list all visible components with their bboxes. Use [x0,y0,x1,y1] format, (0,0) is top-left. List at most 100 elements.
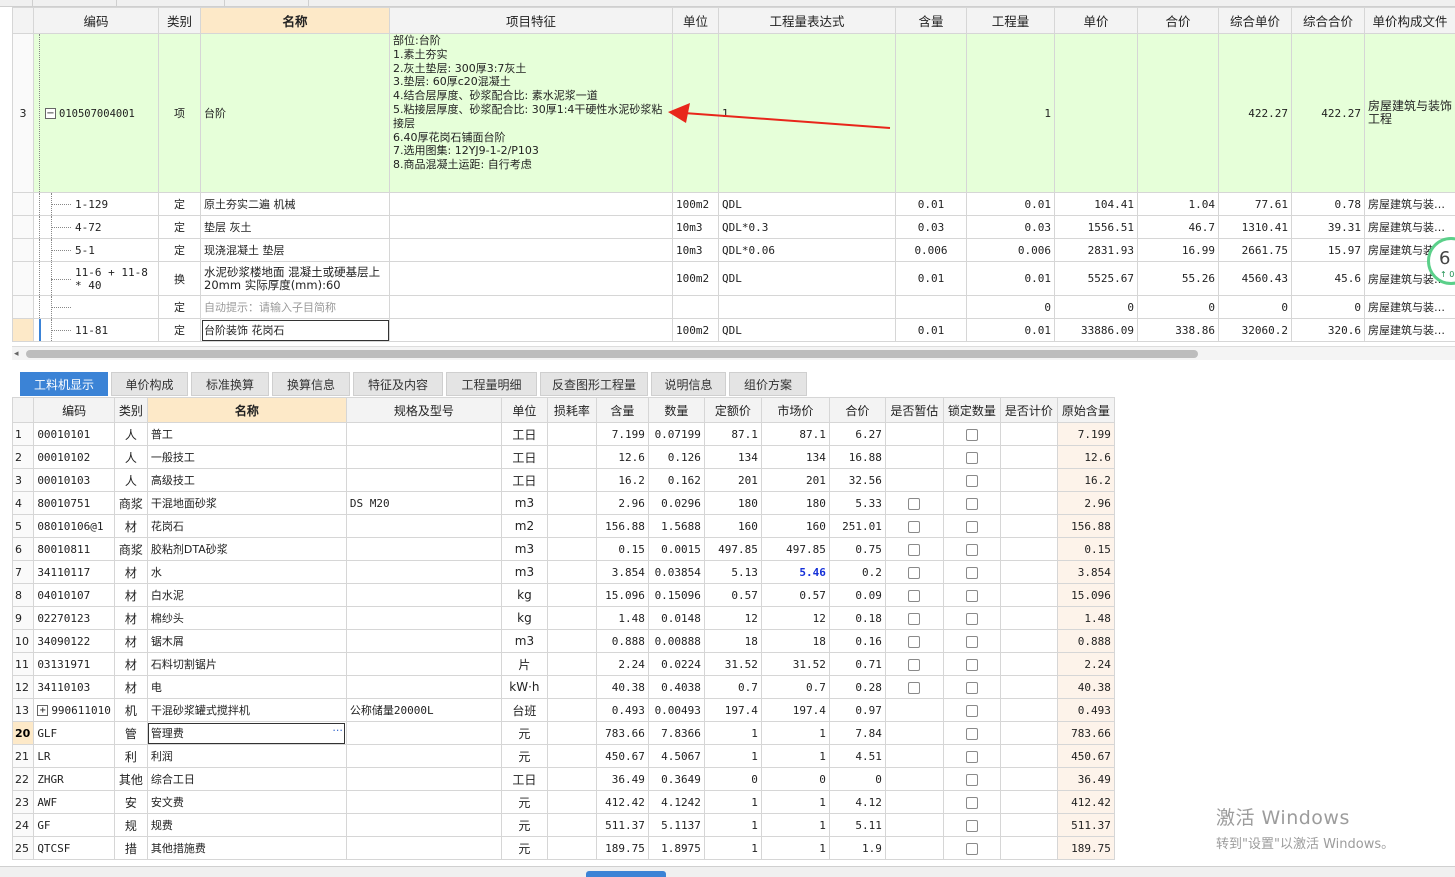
tab-quantity-detail[interactable]: 工程量明细 [446,372,537,396]
total-cell[interactable]: 0 [828,767,886,791]
original-content-cell[interactable]: 3.854 [1056,560,1115,584]
lock-quantity-checkbox-cell[interactable] [942,767,1001,791]
price-file-cell[interactable]: 房屋建筑与装饰工程 [1364,33,1455,193]
type-cell[interactable]: 材 [113,652,148,676]
quantity-cell[interactable]: 0.00493 [647,698,705,722]
is-priced-cell[interactable] [999,445,1058,469]
quota-price-cell[interactable]: 18 [703,629,762,653]
name-cell[interactable]: 石料切割锯片 [146,652,347,676]
loss-rate-cell[interactable] [546,468,597,492]
original-content-cell[interactable]: 1.48 [1056,606,1115,630]
header-type[interactable]: 类别 [113,397,148,423]
is-priced-cell[interactable] [999,675,1058,699]
more-options-icon[interactable]: ··· [332,724,343,737]
market-price-cell[interactable]: 87.1 [760,422,830,446]
total-cell[interactable]: 16.88 [828,445,886,469]
type-cell[interactable]: 安 [113,790,148,814]
lock-quantity-checkbox[interactable] [965,474,978,487]
header-code[interactable]: 编码 [33,7,159,34]
total-cell[interactable]: 0.2 [828,560,886,584]
is-estimate-checkbox[interactable] [908,589,921,602]
is-estimate-checkbox-cell[interactable] [884,629,944,653]
lock-quantity-checkbox[interactable] [965,750,978,763]
type-cell[interactable]: 利 [113,744,148,768]
quota-row[interactable]: 11-6 + 11-8 * 40 换 水泥砂浆楼地面 混凝土或硬基层上 20mm… [12,261,1455,296]
code-cell[interactable]: 34110103 [33,675,115,699]
original-content-cell[interactable]: 7.199 [1056,422,1115,446]
code-cell[interactable]: 11-6 + 11-8 * 40 [33,261,159,296]
total-cell[interactable]: 0 [1137,295,1219,319]
quantity-cell[interactable]: 0.01 [966,261,1055,296]
content-cell[interactable]: 0.01 [895,192,967,216]
type-cell[interactable]: 材 [113,583,148,607]
unit-cell[interactable]: 10m3 [672,238,719,262]
content-cell[interactable]: 0.493 [595,698,649,722]
material-row[interactable]: 24 GF 规规费元 511.37 5.1137 1 1 5.11 511.37 [11,813,1115,837]
header-lock-quantity[interactable]: 锁定数量 [942,397,1001,423]
comp-total-cell[interactable]: 45.6 [1291,261,1365,296]
is-priced-cell[interactable] [999,537,1058,561]
material-row[interactable]: 11 03131971 材石料切割锯片片 2.24 0.0224 31.52 31.52 0.… [11,652,1115,676]
type-cell[interactable]: 材 [113,675,148,699]
lock-quantity-checkbox[interactable] [965,543,978,556]
quantity-cell[interactable]: 0.03854 [647,560,705,584]
lock-quantity-checkbox-cell[interactable] [942,675,1001,699]
lock-quantity-checkbox-cell[interactable] [942,790,1001,814]
quota-price-cell[interactable]: 5.13 [703,560,762,584]
content-cell[interactable]: 0.03 [895,215,967,239]
unit-cell[interactable]: 100m2 [672,192,719,216]
is-priced-cell[interactable] [999,468,1058,492]
lock-quantity-checkbox[interactable] [965,612,978,625]
quantity-cell[interactable]: 1 [966,33,1055,193]
unit-cell[interactable]: 元 [500,744,548,768]
quota-row-empty[interactable]: 定 自动提示：请输入子目简称 0 0 0 0 0 房屋建筑与装… [12,295,1455,319]
market-price-cell[interactable]: 0.57 [760,583,830,607]
unit-cell[interactable]: 元 [500,790,548,814]
code-cell[interactable]: ZHGR [33,767,115,791]
content-cell[interactable]: 783.66 [595,721,649,745]
code-cell[interactable]: 00010102 [33,445,115,469]
unit-cell[interactable]: 100m2 [672,261,719,296]
comp-total-cell[interactable]: 320.6 [1291,318,1365,342]
tab-standard-conversion[interactable]: 标准换算 [191,372,269,396]
type-cell[interactable]: 人 [113,422,148,446]
quota-row[interactable]: 4-72 定 垫层 灰土 10m3 QDL*0.3 0.03 0.03 1556… [12,215,1455,239]
name-cell[interactable]: 现浇混凝土 垫层 [200,238,390,262]
comp-total-cell[interactable]: 39.31 [1291,215,1365,239]
total-cell[interactable]: 7.84 [828,721,886,745]
scrollbar-thumb[interactable] [26,350,1198,358]
code-cell[interactable]: 00010103 [33,468,115,492]
code-cell[interactable]: 1-129 [33,192,159,216]
material-row[interactable]: 9 02270123 材棉纱头 kg 1.48 0.0148 12 12 0.18 1.48 [11,606,1115,630]
name-cell[interactable]: 水 [146,560,347,584]
content-cell[interactable]: 450.67 [595,744,649,768]
total-cell[interactable]: 46.7 [1137,215,1219,239]
name-cell[interactable]: 棉纱头 [146,606,347,630]
spec-cell[interactable] [345,629,502,653]
content-cell[interactable]: 2.96 [595,491,649,515]
quantity-cell[interactable]: 0.00888 [647,629,705,653]
quota-price-cell[interactable]: 87.1 [703,422,762,446]
code-cell[interactable]: +990611010 [33,698,115,722]
quantity-cell[interactable]: 0.03 [966,215,1055,239]
name-cell[interactable]: 高级技工 [146,468,347,492]
spec-cell[interactable] [345,721,502,745]
total-cell[interactable]: 55.26 [1137,261,1219,296]
is-priced-cell[interactable] [999,606,1058,630]
loss-rate-cell[interactable] [546,744,597,768]
total-cell[interactable]: 5.11 [828,813,886,837]
expression-cell[interactable]: QDL [718,261,896,296]
unit-cell[interactable]: m3 [500,560,548,584]
total-cell[interactable]: 32.56 [828,468,886,492]
loss-rate-cell[interactable] [546,813,597,837]
market-price-cell[interactable]: 18 [760,629,830,653]
quota-price-cell[interactable]: 1 [703,790,762,814]
is-priced-cell[interactable] [999,491,1058,515]
unit-cell[interactable] [672,295,719,319]
quota-row[interactable]: 1-129 定 原土夯实二遍 机械 100m2 QDL 0.01 0.01 10… [12,192,1455,216]
total-cell[interactable]: 0.16 [828,629,886,653]
loss-rate-cell[interactable] [546,652,597,676]
loss-rate-cell[interactable] [546,560,597,584]
content-cell[interactable]: 7.199 [595,422,649,446]
header-unit[interactable]: 单位 [500,397,548,423]
